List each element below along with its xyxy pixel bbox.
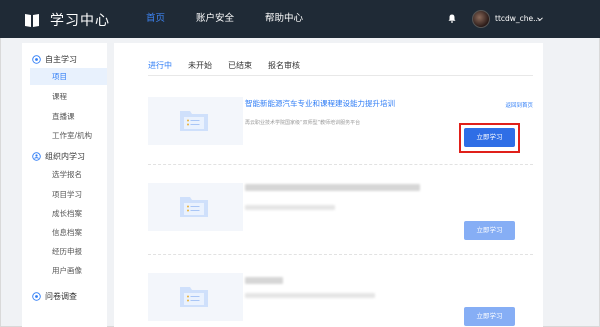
folder-icon [180, 287, 208, 307]
nav-home[interactable]: 首页 [146, 0, 165, 38]
tab-registration-review[interactable]: 报名审核 [268, 60, 300, 76]
start-study-button[interactable]: 立即学习 [464, 307, 515, 326]
sidebar-item-experience[interactable]: 经历申报 [30, 243, 107, 260]
circle-icon [32, 55, 41, 64]
sidebar-item-elective[interactable]: 选学报名 [30, 166, 107, 183]
brand[interactable]: 学习中心 [24, 10, 110, 30]
book-icon [24, 13, 40, 28]
person-icon [32, 152, 41, 161]
highlight-box [459, 123, 520, 153]
tab-in-progress[interactable]: 进行中 [148, 60, 172, 76]
tab-not-started[interactable]: 未开始 [188, 60, 212, 76]
card-divider [148, 254, 533, 255]
project-thumbnail[interactable] [148, 97, 243, 145]
tab-divider [148, 75, 533, 76]
sidebar-group-label: 自主学习 [45, 55, 77, 64]
avatar[interactable] [472, 10, 490, 28]
top-nav: 首页 账户安全 帮助中心 [146, 0, 334, 38]
project-thumbnail[interactable] [148, 273, 243, 321]
back-to-topic-link[interactable]: 返回到首页 [505, 101, 533, 109]
status-tabs: 进行中 未开始 已结束 报名审核 [148, 60, 316, 76]
blurred-subtitle [245, 205, 335, 210]
circle-icon [32, 292, 41, 301]
card-divider [148, 164, 533, 165]
sidebar: 自主学习 项目 课程 直播课 工作室/机构 组织内学习 选学报名 项目学习 成长… [22, 43, 107, 327]
top-bar: 学习中心 首页 账户安全 帮助中心 ttcdw_che... [0, 0, 600, 38]
sidebar-item-studio[interactable]: 工作室/机构 [30, 127, 107, 144]
folder-icon [180, 111, 208, 131]
sidebar-group-survey[interactable]: 问卷调查 [32, 291, 77, 302]
sidebar-item-course[interactable]: 课程 [30, 88, 107, 105]
sidebar-item-project-study[interactable]: 项目学习 [30, 186, 107, 203]
sidebar-item-project[interactable]: 项目 [30, 68, 107, 85]
sidebar-group-self-study[interactable]: 自主学习 [32, 54, 77, 65]
tab-ended[interactable]: 已结束 [228, 60, 252, 76]
folder-icon [180, 197, 208, 217]
main-panel: 进行中 未开始 已结束 报名审核 智能新能源汽车专业和课程建设能力提升培训 再云… [114, 43, 543, 327]
blurred-title [245, 277, 283, 284]
project-title[interactable]: 智能新能源汽车专业和课程建设能力提升培训 [245, 98, 395, 109]
chevron-down-icon[interactable] [537, 15, 543, 21]
sidebar-group-label: 问卷调查 [45, 292, 77, 301]
sidebar-item-user-profile[interactable]: 用户画像 [30, 262, 107, 279]
brand-title: 学习中心 [50, 13, 110, 29]
blurred-subtitle [245, 293, 375, 298]
nav-help-center[interactable]: 帮助中心 [265, 0, 303, 38]
project-subtitle: 再云职业技术学院国家级“双师型”教师培训服务平台 [245, 120, 361, 126]
username[interactable]: ttcdw_che... [495, 0, 540, 38]
sidebar-item-growth-record[interactable]: 成长档案 [30, 205, 107, 222]
sidebar-item-live[interactable]: 直播课 [30, 108, 107, 125]
sidebar-item-info-record[interactable]: 信息档案 [30, 224, 107, 241]
bell-icon[interactable] [448, 14, 456, 25]
start-study-button[interactable]: 立即学习 [464, 221, 515, 240]
nav-account-security[interactable]: 账户安全 [196, 0, 234, 38]
sidebar-group-org-study[interactable]: 组织内学习 [32, 151, 85, 162]
project-thumbnail[interactable] [148, 183, 243, 231]
blurred-title [245, 184, 420, 191]
sidebar-group-label: 组织内学习 [45, 152, 85, 161]
